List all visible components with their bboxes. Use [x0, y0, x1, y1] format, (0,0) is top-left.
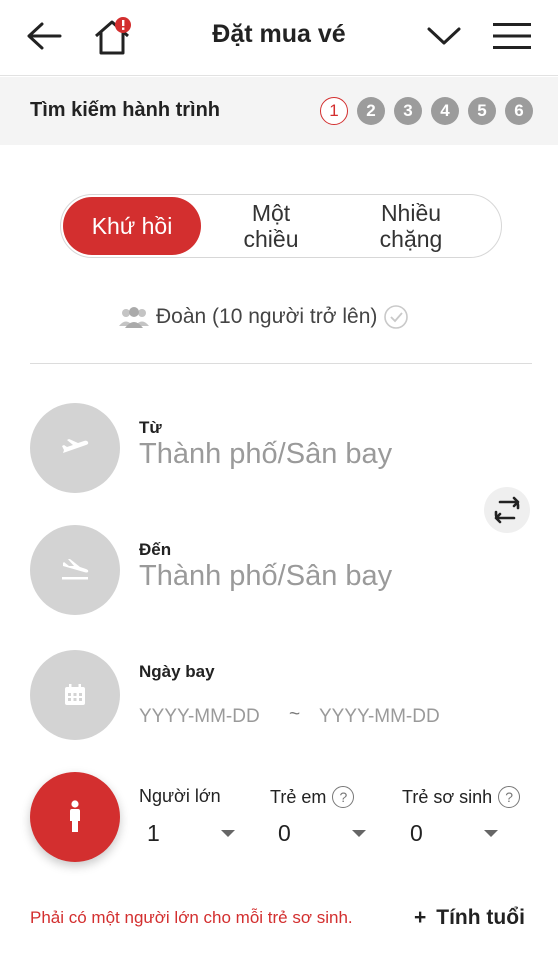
plane-landing-icon [62, 559, 89, 580]
chevron-down-icon [427, 27, 461, 45]
plane-takeoff-icon [62, 439, 89, 453]
help-icon[interactable]: ? [498, 786, 521, 808]
arrival-circle [30, 525, 120, 615]
age-calculator-label: Tính tuổi [436, 906, 525, 929]
divider [30, 363, 532, 364]
departure-circle [30, 403, 120, 493]
app-header: Đặt mua vé [0, 0, 558, 76]
age-calculator-button[interactable]: + Tính tuổi [414, 906, 525, 930]
group-icon [119, 307, 149, 328]
infant-notice: Phải có một người lớn cho mỗi trẻ sơ sin… [30, 908, 353, 927]
home-icon [95, 17, 131, 55]
step-6: 6 [505, 97, 533, 125]
caret-down-icon [484, 829, 498, 837]
to-label: Đến [139, 540, 172, 559]
step-2: 2 [357, 97, 385, 125]
adult-label: Người lớn [139, 786, 221, 806]
check-circle-icon [384, 305, 409, 329]
passenger-circle [30, 772, 120, 862]
infant-label-row: Trẻ sơ sinh ? [402, 786, 521, 808]
trip-type-one-way-label: Một chiều [243, 199, 299, 252]
infant-select[interactable]: 0 [402, 818, 502, 848]
step-3: 3 [394, 97, 422, 125]
depart-date-input[interactable]: YYYY-MM-DD [139, 706, 260, 728]
trip-type-selector: Khứ hồi Một chiều Nhiều chặng [60, 194, 502, 258]
to-input[interactable]: Thành phố/Sân bay [139, 560, 392, 593]
person-icon [70, 800, 80, 832]
back-button[interactable] [22, 14, 66, 58]
page-title: Đặt mua vé [212, 20, 346, 48]
step-4: 4 [431, 97, 459, 125]
hamburger-icon [493, 23, 531, 49]
step-title: Tìm kiếm hành trình [30, 99, 221, 121]
calendar-icon [65, 684, 85, 705]
trip-type-one-way[interactable]: Một chiều [211, 195, 331, 256]
date-label: Ngày bay [139, 662, 215, 681]
group-booking-label: Đoàn (10 người trở lên) [156, 305, 378, 328]
step-5: 5 [468, 97, 496, 125]
group-booking-toggle[interactable]: Đoàn (10 người trở lên) [118, 304, 409, 330]
infant-value: 0 [410, 819, 423, 846]
trip-type-round-trip[interactable]: Khứ hồi [63, 197, 201, 255]
step-indicator: 1 2 3 4 5 6 [320, 97, 533, 125]
child-label-row: Trẻ em ? [270, 786, 355, 808]
date-circle [30, 650, 120, 740]
child-value: 0 [278, 819, 291, 846]
home-button[interactable] [92, 14, 136, 58]
date-separator: ~ [289, 704, 301, 725]
caret-down-icon [221, 829, 235, 837]
swap-button[interactable] [484, 487, 530, 533]
swap-icon [494, 496, 520, 524]
menu-button[interactable] [490, 14, 534, 58]
caret-down-icon [352, 829, 366, 837]
adult-label-row: Người lớn [139, 786, 221, 807]
return-date-input[interactable]: YYYY-MM-DD [319, 706, 440, 728]
trip-type-multi-city-label: Nhiều chặng [379, 199, 443, 252]
child-label: Trẻ em [270, 786, 327, 807]
step-bar: Tìm kiếm hành trình 1 2 3 4 5 6 [0, 77, 558, 145]
adult-select[interactable]: 1 [139, 818, 239, 848]
trip-type-multi-city[interactable]: Nhiều chặng [351, 195, 471, 256]
adult-value: 1 [147, 819, 160, 846]
step-1: 1 [320, 97, 348, 125]
infant-label: Trẻ sơ sinh [402, 786, 493, 807]
plus-icon: + [414, 906, 427, 929]
arrow-left-icon [27, 22, 62, 50]
child-select[interactable]: 0 [270, 818, 370, 848]
from-input[interactable]: Thành phố/Sân bay [139, 438, 392, 471]
header-dropdown-button[interactable] [422, 14, 466, 58]
from-label: Từ [139, 418, 162, 437]
help-icon[interactable]: ? [332, 786, 355, 808]
